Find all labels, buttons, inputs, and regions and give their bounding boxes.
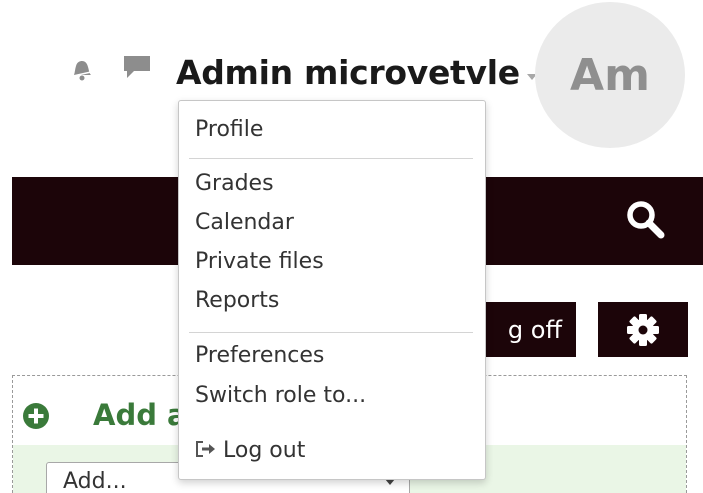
menu-item-calendar[interactable]: Calendar bbox=[195, 208, 294, 238]
settings-button[interactable] bbox=[598, 302, 688, 357]
user-menu-toggle[interactable]: Admin microvetvle bbox=[176, 46, 538, 98]
menu-item-profile[interactable]: Profile bbox=[195, 115, 263, 145]
avatar[interactable]: Am bbox=[535, 2, 685, 148]
menu-item-log-out-label: Log out bbox=[223, 438, 306, 463]
bell-icon[interactable] bbox=[70, 58, 92, 82]
search-icon[interactable] bbox=[623, 197, 667, 241]
menu-item-reports[interactable]: Reports bbox=[195, 286, 279, 316]
edit-toggle-label: g off bbox=[507, 315, 562, 344]
user-name: Admin microvetvle bbox=[176, 52, 520, 92]
moodle-page: Admin microvetvle Am g off Add a Add... … bbox=[0, 0, 703, 493]
chat-bubble-icon[interactable] bbox=[122, 54, 152, 80]
plus-circle-icon bbox=[23, 403, 49, 429]
menu-item-preferences[interactable]: Preferences bbox=[195, 341, 324, 371]
menu-divider bbox=[189, 158, 473, 159]
avatar-initials: Am bbox=[570, 49, 650, 101]
logout-icon bbox=[196, 441, 215, 457]
menu-item-grades[interactable]: Grades bbox=[195, 169, 274, 199]
menu-item-switch-role[interactable]: Switch role to... bbox=[195, 381, 366, 411]
user-dropdown-menu: Profile Grades Calendar Private files Re… bbox=[178, 100, 486, 480]
menu-item-private-files[interactable]: Private files bbox=[195, 247, 324, 277]
add-block-title: Add a bbox=[93, 398, 187, 432]
gear-icon bbox=[627, 313, 659, 346]
menu-divider bbox=[189, 332, 473, 333]
menu-item-log-out[interactable]: Log out bbox=[195, 436, 305, 466]
